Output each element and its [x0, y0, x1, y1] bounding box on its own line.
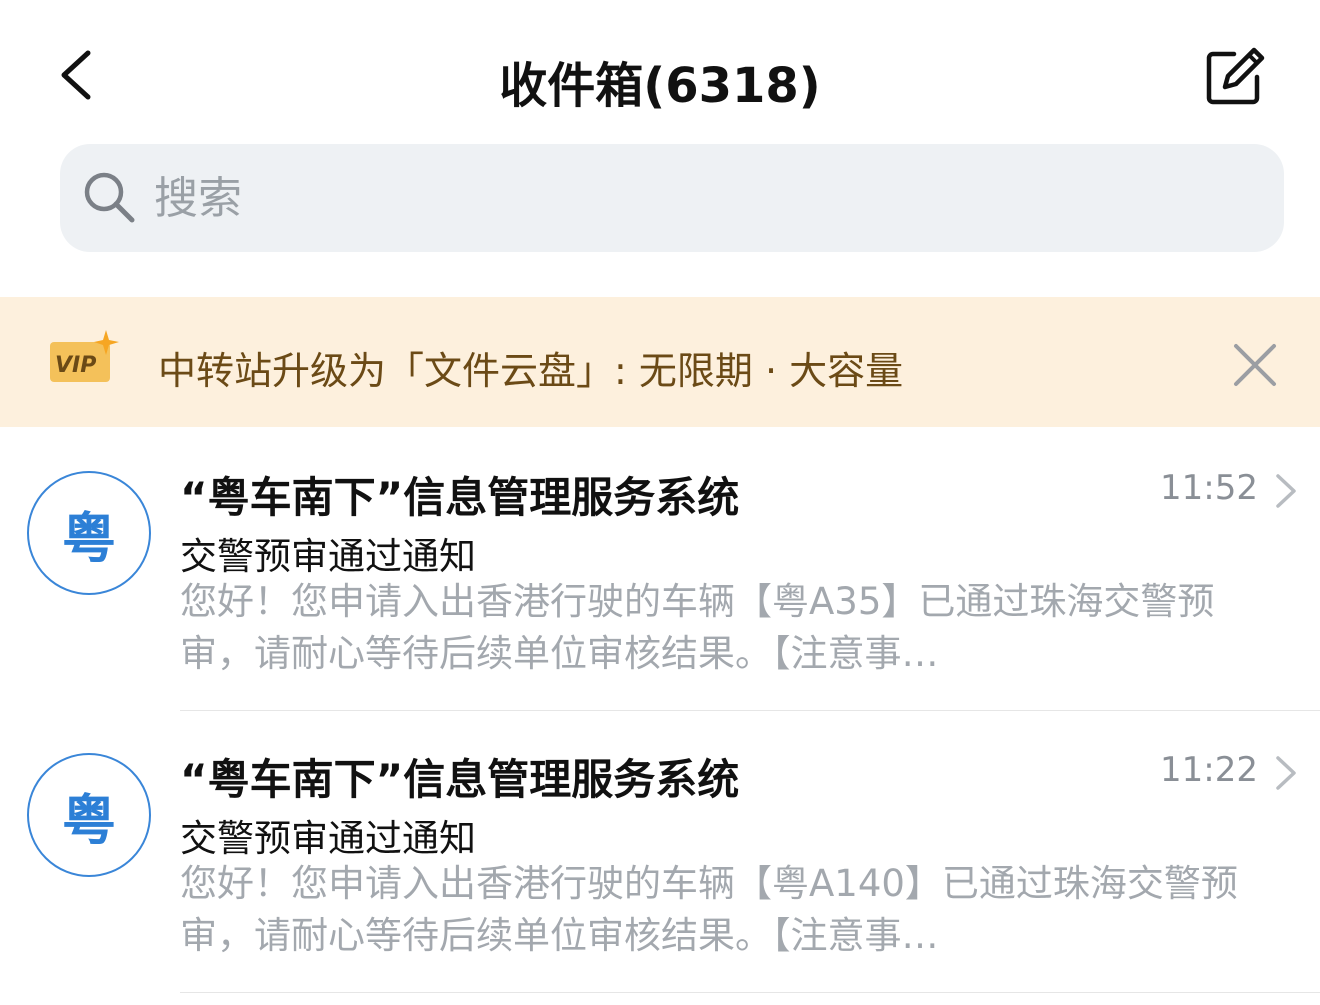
chevron-right-icon — [1276, 474, 1296, 508]
page-title: 收件箱(6318) — [499, 58, 821, 114]
mail-preview: 您好！您申请入出香港行驶的车辆【粤A140】已通过珠海交警预审，请耐心等待后续单… — [180, 862, 1238, 957]
mail-subject: 交警预审通过通知 — [180, 535, 476, 578]
chevron-right-icon — [1276, 756, 1296, 790]
mail-subject: 交警预审通过通知 — [180, 817, 476, 860]
close-icon[interactable] — [1230, 340, 1280, 390]
sender-avatar: 粤 — [27, 471, 151, 595]
sender-avatar: 粤 — [27, 753, 151, 877]
mail-sender: “粤车南下”信息管理服务系统 — [180, 755, 740, 804]
svg-text:VIP: VIP — [55, 353, 96, 378]
mail-list-item[interactable]: 粤 “粤车南下”信息管理服务系统 11:52 交警预审通过通知 您好！您申请入出… — [0, 430, 1320, 712]
compose-icon[interactable] — [1204, 45, 1266, 107]
search-icon — [84, 172, 135, 223]
mail-list-item[interactable]: 粤 “粤车南下”信息管理服务系统 11:22 交警预审通过通知 您好！您申请入出… — [0, 712, 1320, 994]
mail-time: 11:22 — [1160, 750, 1258, 790]
mail-sender: “粤车南下”信息管理服务系统 — [180, 473, 740, 522]
vip-badge-icon: VIP — [50, 330, 119, 382]
banner-text: 中转站升级为「文件云盘」: 无限期 · 大容量 — [158, 349, 904, 393]
search-input[interactable] — [154, 168, 1234, 228]
mail-preview: 您好！您申请入出香港行驶的车辆【粤A35】已通过珠海交警预审，请耐心等待后续单位… — [180, 580, 1215, 675]
mail-time: 11:52 — [1160, 468, 1258, 508]
navigation-bar: 收件箱(6318) — [0, 0, 1320, 140]
divider — [180, 710, 1320, 711]
divider — [180, 992, 1320, 993]
